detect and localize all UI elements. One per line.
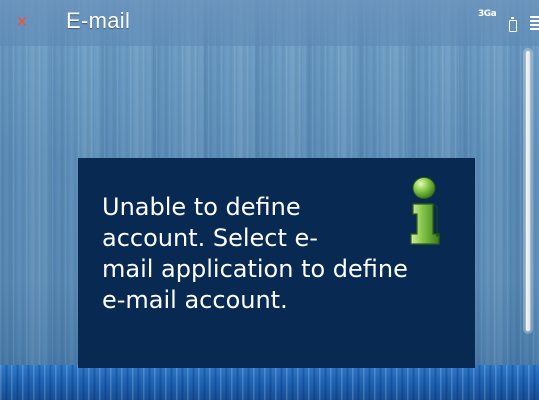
dialog-line: mail application to define <box>102 255 408 283</box>
close-icon[interactable]: × <box>15 14 29 29</box>
softkey-bar <box>0 365 539 400</box>
battery-icon <box>509 17 517 32</box>
info-dialog[interactable]: Unable to define account. Select e- mail… <box>78 158 475 368</box>
dialog-line: e-mail account. <box>102 286 288 314</box>
screen: × E-mail 3Ga Unable to define account. S… <box>0 0 539 400</box>
scrollbar-thumb[interactable] <box>525 50 531 332</box>
title-bar: × E-mail 3Ga <box>0 0 539 46</box>
signal-bars-icon <box>530 16 539 34</box>
app-title: E-mail <box>66 8 131 33</box>
network-indicator: 3Ga <box>478 9 497 19</box>
info-icon <box>410 177 440 245</box>
